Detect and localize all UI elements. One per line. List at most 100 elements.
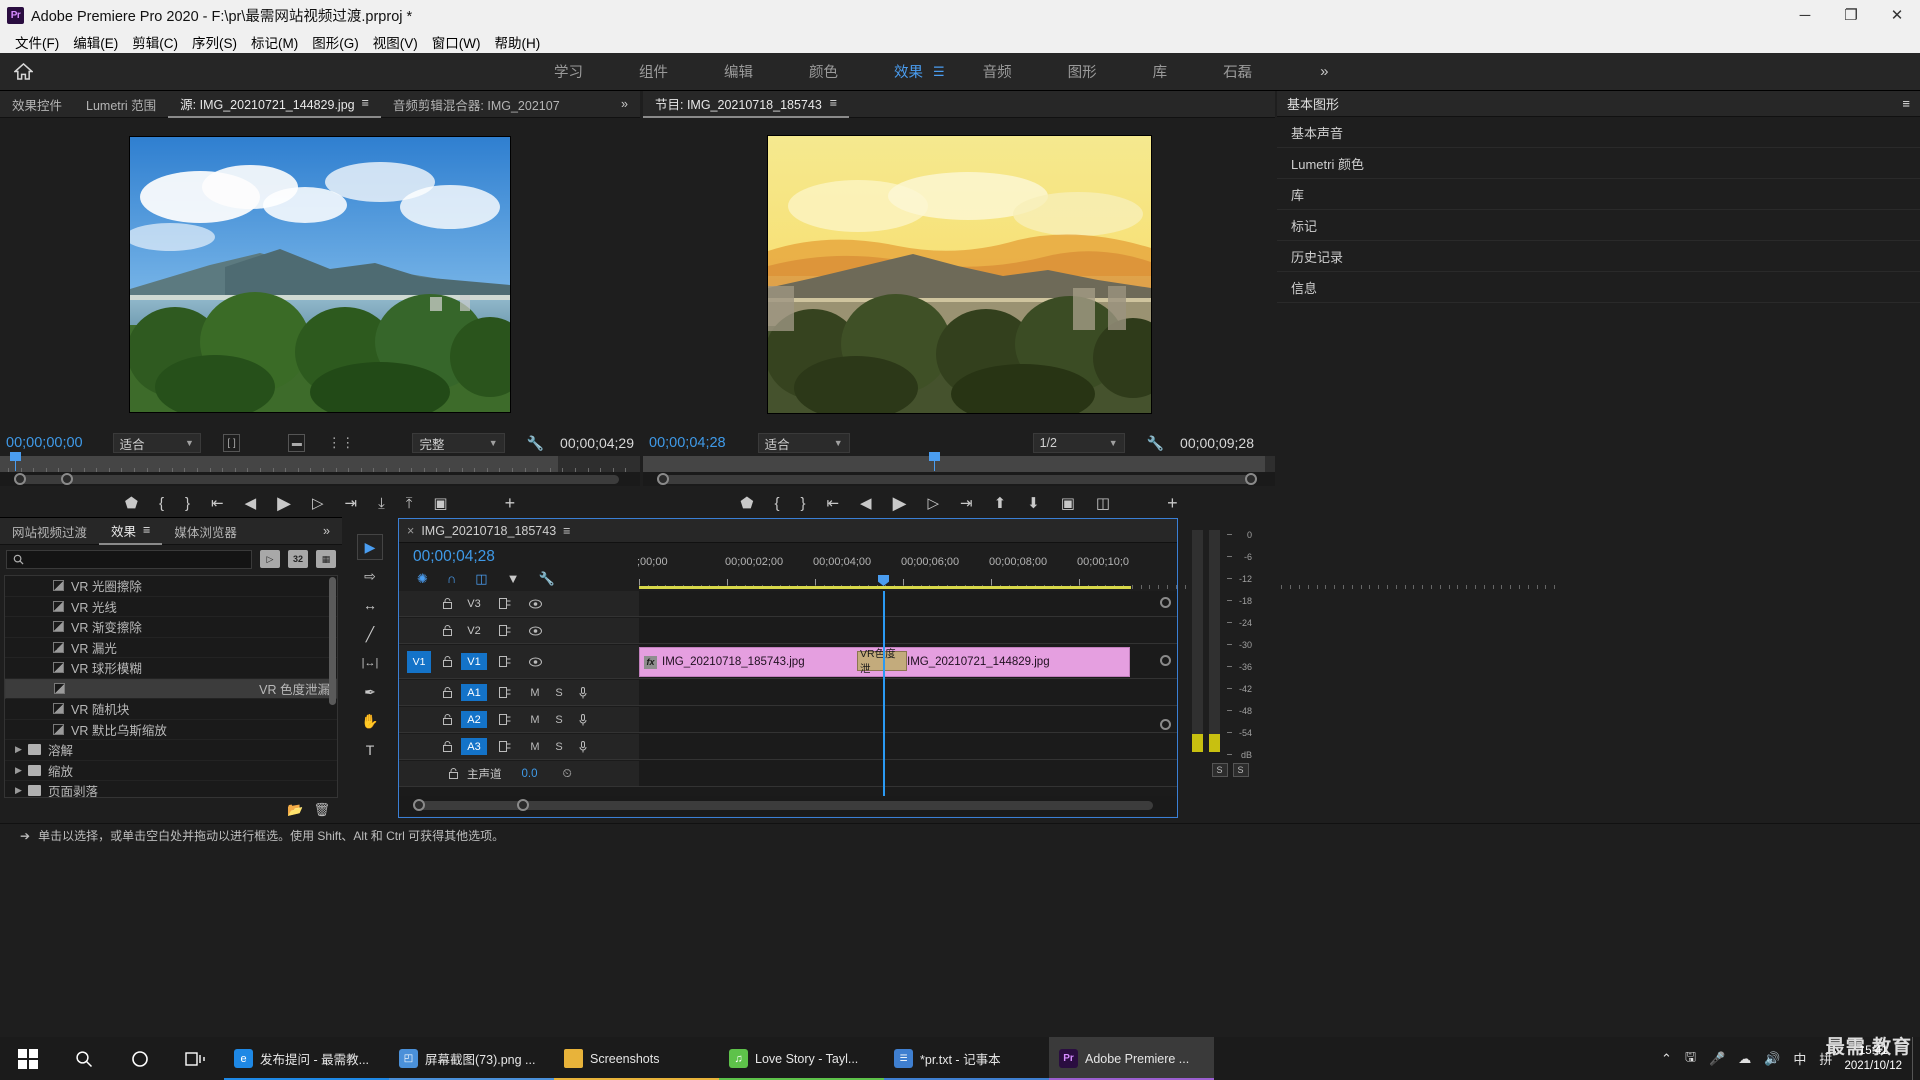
timeline-menu-icon[interactable]: ≡ — [563, 524, 570, 538]
taskbar-app-1[interactable]: ◰ 屏幕截图(73).png ... — [389, 1037, 554, 1080]
cortana-circle-icon[interactable] — [112, 1037, 168, 1080]
program-fit-select[interactable]: 适合 ▼ — [757, 433, 850, 453]
close-icon[interactable]: × — [407, 524, 414, 538]
pen-tool[interactable]: ✒ — [357, 679, 383, 705]
program-zoom-scrollbar[interactable] — [643, 472, 1275, 486]
track-content-A2[interactable] — [639, 707, 1177, 732]
tray-icon-2[interactable]: 🎤 — [1709, 1051, 1725, 1067]
track-content-A3[interactable] — [639, 734, 1177, 759]
menu-item-2[interactable]: 剪辑(C) — [125, 30, 185, 54]
menu-item-8[interactable]: 帮助(H) — [487, 30, 547, 54]
timeline-timecode[interactable]: 00;00;04;28 — [413, 548, 495, 566]
workspace-tab-4[interactable]: 效果 — [866, 57, 951, 86]
selection-tool[interactable]: ▶ — [357, 534, 383, 560]
source-monitor-video-area[interactable] — [0, 118, 640, 430]
workspace-tab-7[interactable]: 库 — [1125, 57, 1196, 86]
track-lock-icon-A1[interactable] — [437, 684, 457, 701]
menu-item-3[interactable]: 序列(S) — [185, 30, 244, 54]
mark-in-icon[interactable]: { — [774, 495, 779, 512]
menu-item-0[interactable]: 文件(F) — [8, 30, 66, 54]
menu-item-5[interactable]: 图形(G) — [305, 30, 366, 54]
search-input[interactable] — [6, 549, 252, 569]
export-frame-icon[interactable]: ▣ — [1061, 494, 1075, 512]
go-to-out-icon[interactable]: ⇥ — [345, 494, 358, 512]
track-sync-lock-icon-A3[interactable] — [495, 738, 515, 755]
track-eye-icon-V1[interactable] — [525, 653, 545, 670]
extract-icon[interactable]: ⬇ — [1027, 494, 1040, 512]
timeline-zoom-knob-left[interactable] — [413, 799, 425, 811]
track-name-A3[interactable]: A3 — [461, 738, 487, 755]
ycbcr-icon[interactable]: ▦ — [316, 550, 336, 568]
tray-icon-3[interactable]: ☁ — [1738, 1051, 1751, 1067]
source-zoom-scrollbar[interactable] — [0, 472, 640, 486]
track-target-toggle-A2[interactable] — [407, 709, 431, 731]
track-voiceover-icon-A1[interactable] — [573, 684, 593, 701]
program-wrench-icon[interactable]: 🔧 — [1147, 435, 1164, 452]
accelerated-effect-icon[interactable]: ▷ — [260, 550, 280, 568]
chevron-right-icon[interactable]: ▶ — [15, 785, 25, 796]
workspace-tab-0[interactable]: 学习 — [526, 57, 611, 86]
workspace-tab-2[interactable]: 编辑 — [696, 57, 781, 86]
source-tab-2[interactable]: 源: IMG_20210721_144829.jpg ≡ — [168, 91, 381, 118]
tray-icon-0[interactable]: ⌃ — [1661, 1051, 1672, 1067]
source-select-zoom-button[interactable]: [ ] — [222, 434, 241, 452]
go-to-out-icon[interactable]: ⇥ — [960, 494, 973, 512]
track-sync-lock-icon-A2[interactable] — [495, 711, 515, 728]
track-sync-lock-icon-V2[interactable] — [495, 622, 515, 639]
comparison-view-icon[interactable]: ◫ — [1096, 494, 1110, 512]
workspace-tab-6[interactable]: 图形 — [1040, 57, 1125, 86]
track-voiceover-icon-A3[interactable] — [573, 738, 593, 755]
effect-list-item[interactable]: VR 漏光 — [5, 638, 337, 658]
source-tab-1[interactable]: Lumetri 范围 — [74, 91, 168, 118]
close-button[interactable]: ✕ — [1874, 0, 1920, 30]
track-name-V3[interactable]: V3 — [461, 595, 487, 612]
menu-item-4[interactable]: 标记(M) — [244, 30, 305, 54]
export-frame-icon[interactable]: ▣ — [433, 494, 447, 512]
source-drag-handle-icon[interactable]: ⋮⋮ — [327, 435, 354, 451]
chevron-right-icon[interactable]: ▶ — [15, 765, 25, 776]
maximize-button[interactable]: ❐ — [1828, 0, 1874, 30]
insert-icon[interactable]: ⤓ — [378, 495, 385, 512]
track-sync-lock-icon-A1[interactable] — [495, 684, 515, 701]
effects-tab-0[interactable]: 网站视频过渡 — [0, 518, 99, 545]
track-target-toggle-V3[interactable] — [407, 593, 431, 615]
taskbar-app-2[interactable]: Screenshots — [554, 1037, 719, 1080]
program-zoom-knob-right[interactable] — [1245, 473, 1257, 485]
effects-tab-1[interactable]: 效果 ≡ — [99, 518, 163, 545]
workspace-overflow-button[interactable]: » — [1320, 63, 1328, 80]
effect-list-item[interactable]: ▶ 溶解 — [5, 740, 337, 761]
step-back-icon[interactable]: ◀ — [245, 494, 257, 512]
source-tab-menu-icon[interactable]: ≡ — [362, 96, 369, 110]
menu-item-6[interactable]: 视图(V) — [366, 30, 425, 54]
effect-list-item[interactable]: VR 随机块 — [5, 699, 337, 720]
source-time-ruler[interactable] — [0, 452, 640, 472]
taskbar-app-4[interactable]: ☰ *pr.txt - 记事本 — [884, 1037, 1049, 1080]
effect-list-item[interactable]: ▶ 页面剥落 — [5, 781, 337, 797]
effect-list-item[interactable]: VR 色度泄漏 — [5, 678, 337, 699]
track-eye-icon-V2[interactable] — [525, 622, 545, 639]
timeline-clip[interactable]: fx IMG_20210718_185743.jpg — [639, 647, 884, 677]
tray-icon-5[interactable]: 中 — [1793, 1049, 1806, 1068]
tray-icon-1[interactable]: 🖫 — [1685, 1048, 1696, 1070]
go-to-in-icon[interactable]: ⇤ — [826, 494, 839, 512]
program-tab-menu-icon[interactable]: ≡ — [830, 96, 837, 110]
source-tab-0[interactable]: 效果控件 — [0, 91, 74, 118]
scroll-knob-bottom[interactable] — [1160, 719, 1171, 730]
audio-solo-right[interactable]: S — [1232, 763, 1249, 777]
plus-icon[interactable]: + — [1167, 493, 1178, 514]
source-tab-3[interactable]: 音频剪辑混合器: IMG_202107 — [381, 91, 572, 118]
rolling-edit-tool[interactable]: ╱ — [357, 621, 383, 647]
workspace-tab-5[interactable]: 音频 — [955, 57, 1040, 86]
effect-list-item[interactable]: VR 渐变擦除 — [5, 617, 337, 638]
effects-list[interactable]: VR 光圈擦除 VR 光线 VR 渐变擦除 VR 漏光 VR 球形模糊 VR 色度泄漏 VR… — [4, 575, 338, 798]
source-playhead[interactable] — [10, 452, 21, 471]
right-panel-row-4[interactable]: 历史记录 — [1277, 241, 1920, 272]
menu-item-1[interactable]: 编辑(E) — [66, 30, 125, 54]
effect-list-item[interactable]: VR 球形模糊 — [5, 658, 337, 679]
linked-selection-icon[interactable]: ◫ — [475, 571, 487, 587]
timeline-horizontal-scrollbar[interactable] — [399, 796, 1177, 816]
timeline-transition[interactable]: VR色度泄 — [857, 648, 907, 675]
track-lock-icon-A2[interactable] — [437, 711, 457, 728]
track-name-V2[interactable]: V2 — [461, 622, 487, 639]
program-zoom-knob-left[interactable] — [657, 473, 669, 485]
